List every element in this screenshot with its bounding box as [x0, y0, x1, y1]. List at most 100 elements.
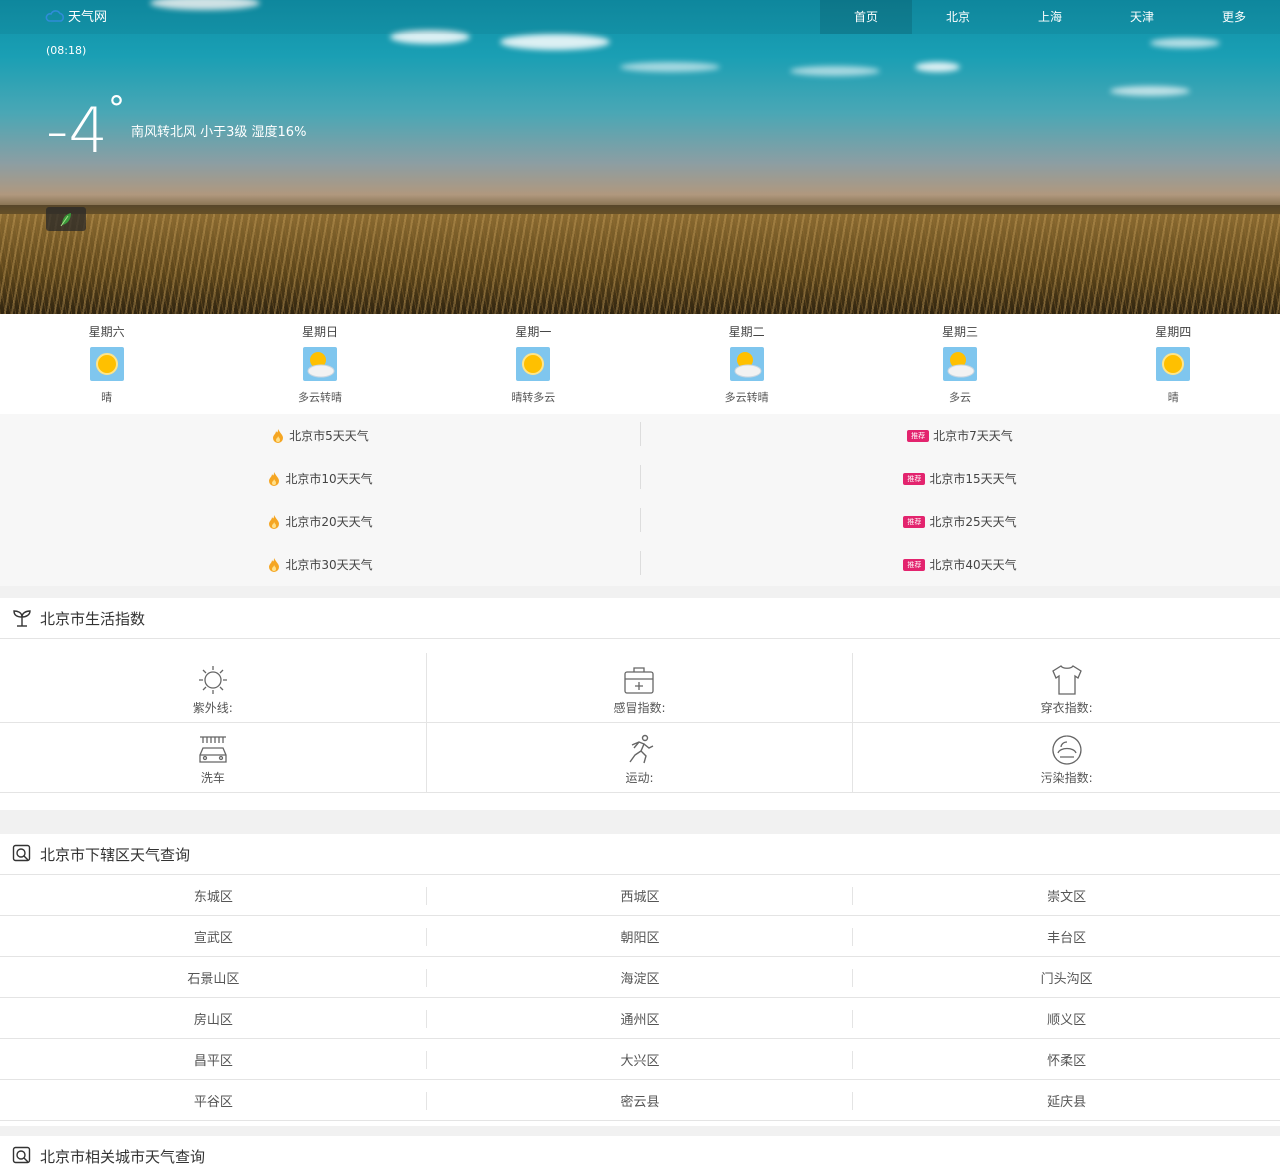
- district-link[interactable]: 朝阳区: [426, 916, 854, 957]
- index-cold[interactable]: 感冒指数:: [426, 653, 854, 723]
- forecast-day[interactable]: 星期一 晴转多云: [427, 314, 640, 414]
- nav-tianjin[interactable]: 天津: [1096, 0, 1188, 34]
- day-description: 多云转晴: [724, 391, 769, 404]
- partly-cloudy-icon: [729, 347, 764, 381]
- sun-icon: [1156, 347, 1191, 381]
- partly-cloudy-icon: [942, 347, 977, 381]
- section-title: 北京市生活指数: [40, 609, 146, 628]
- leaf-icon: [60, 213, 71, 227]
- index-sport[interactable]: 运动:: [426, 723, 854, 793]
- district-link[interactable]: 平谷区: [0, 1080, 427, 1121]
- district-link[interactable]: 大兴区: [426, 1039, 854, 1080]
- forecast-links: 北京市5天天气 北京市10天天气 北京市20天天气 北京市30天天气 推荐 北京…: [0, 414, 1280, 586]
- link-10-day[interactable]: 北京市10天天气: [0, 457, 640, 500]
- day-description: 晴: [101, 391, 113, 404]
- district-link[interactable]: 门头沟区: [853, 957, 1280, 998]
- links-left-column: 北京市5天天气 北京市10天天气 北京市20天天气 北京市30天天气: [0, 414, 640, 586]
- medical-kit-icon: [624, 667, 655, 694]
- district-link[interactable]: 石景山区: [0, 957, 427, 998]
- forecast-day[interactable]: 星期日 多云转晴: [213, 314, 426, 414]
- district-link[interactable]: 丰台区: [853, 916, 1280, 957]
- index-clothing[interactable]: 穿衣指数:: [853, 653, 1280, 723]
- nav-more[interactable]: 更多: [1188, 0, 1280, 34]
- links-divider: [640, 422, 641, 578]
- day-name: 星期四: [1155, 325, 1192, 339]
- index-label: 运动:: [625, 771, 654, 785]
- flame-icon: [269, 471, 280, 486]
- link-15-day[interactable]: 推荐 北京市15天天气: [640, 457, 1280, 500]
- link-30-day[interactable]: 北京市30天天气: [0, 543, 640, 586]
- sun-icon: [89, 347, 124, 381]
- districts-grid: 东城区 西城区 崇文区 宣武区 朝阳区 丰台区 石景山区 海淀区 门头沟区 房山…: [0, 875, 1280, 1121]
- district-link[interactable]: 东城区: [0, 875, 427, 916]
- district-link[interactable]: 宣武区: [0, 916, 427, 957]
- forecast-day[interactable]: 星期二 多云转晴: [640, 314, 853, 414]
- day-name: 星期一: [515, 325, 552, 339]
- nav-shanghai[interactable]: 上海: [1004, 0, 1096, 34]
- nav-home[interactable]: 首页: [820, 0, 912, 34]
- top-bar: 天气网 首页 北京 上海 天津 更多: [0, 0, 1280, 34]
- index-pollution[interactable]: 污染指数:: [853, 723, 1280, 793]
- runner-icon: [629, 734, 654, 764]
- main-nav: 首页 北京 上海 天津 更多: [820, 0, 1280, 34]
- sprout-icon: [13, 610, 31, 627]
- link-5-day[interactable]: 北京市5天天气: [0, 414, 640, 457]
- degree-symbol: °: [108, 89, 125, 129]
- search-icon: [12, 844, 31, 862]
- index-car-wash[interactable]: 洗车: [0, 723, 427, 793]
- air-quality-button[interactable]: [46, 207, 86, 231]
- link-text: 北京市5天天气: [289, 429, 369, 443]
- district-link[interactable]: 海淀区: [426, 957, 854, 998]
- logo-text: 天气网: [68, 10, 108, 25]
- link-25-day[interactable]: 推荐 北京市25天天气: [640, 500, 1280, 543]
- index-label: 洗车: [200, 771, 225, 785]
- section-header: 北京市生活指数: [0, 598, 1280, 639]
- day-name: 星期六: [88, 325, 125, 339]
- district-link[interactable]: 崇文区: [853, 875, 1280, 916]
- section-header: 北京市相关城市天气查询: [0, 1136, 1280, 1167]
- section-title: 北京市相关城市天气查询: [40, 1147, 206, 1166]
- forecast-day[interactable]: 星期四 晴: [1067, 314, 1280, 414]
- district-link[interactable]: 密云县: [426, 1080, 854, 1121]
- district-link[interactable]: 昌平区: [0, 1039, 427, 1080]
- recommend-badge: 推荐: [903, 472, 926, 485]
- index-label: 紫外线:: [192, 701, 233, 715]
- sun-outline-icon: [198, 666, 227, 694]
- index-label: 穿衣指数:: [1040, 701, 1093, 715]
- current-condition: 南风转北风 小于3级 湿度16%: [131, 125, 307, 140]
- district-link[interactable]: 房山区: [0, 998, 427, 1039]
- nav-beijing[interactable]: 北京: [912, 0, 1004, 34]
- forecast-day[interactable]: 星期三 多云: [853, 314, 1066, 414]
- district-link[interactable]: 顺义区: [853, 998, 1280, 1039]
- links-right-column: 推荐 北京市7天天气 推荐 北京市15天天气 推荐 北京市25天天气 推荐 北京…: [640, 414, 1280, 586]
- day-name: 星期日: [301, 325, 338, 339]
- district-link[interactable]: 延庆县: [853, 1080, 1280, 1121]
- index-uv[interactable]: 紫外线:: [0, 653, 427, 723]
- day-description: 晴: [1167, 391, 1179, 404]
- index-label: 感冒指数:: [613, 701, 666, 715]
- day-description: 晴转多云: [511, 391, 556, 404]
- site-logo[interactable]: 天气网: [44, 6, 107, 25]
- link-20-day[interactable]: 北京市20天天气: [0, 500, 640, 543]
- district-link[interactable]: 怀柔区: [853, 1039, 1280, 1080]
- day-name: 星期三: [941, 325, 978, 339]
- district-link[interactable]: 通州区: [426, 998, 854, 1039]
- life-index-grid: 紫外线: 感冒指数: 穿衣指数: 洗车 运动: 污染指数:: [0, 639, 1280, 793]
- day-description: 多云转晴: [297, 391, 342, 404]
- link-text: 北京市40天天气: [929, 558, 1017, 572]
- current-temperature: -4: [46, 94, 108, 167]
- section-header: 北京市下辖区天气查询: [0, 834, 1280, 875]
- link-7-day[interactable]: 推荐 北京市7天天气: [640, 414, 1280, 457]
- forecast-day[interactable]: 星期六 晴: [0, 314, 213, 414]
- day-description: 多云: [948, 391, 971, 404]
- hero-banner: 天气网 首页 北京 上海 天津 更多 (08:18) -4 ° 南风转北风 小于…: [0, 0, 1280, 314]
- forecast-strip: 星期六 晴 星期日 多云转晴 星期一 晴转多云 星期二 多云转晴 星期三 多云 …: [0, 314, 1280, 414]
- link-text: 北京市10天天气: [285, 472, 373, 486]
- link-text: 北京市30天天气: [285, 558, 373, 572]
- districts-panel: 北京市下辖区天气查询 东城区 西城区 崇文区 宣武区 朝阳区 丰台区 石景山区 …: [0, 834, 1280, 1126]
- car-wash-icon: [199, 736, 227, 763]
- district-link[interactable]: 西城区: [426, 875, 854, 916]
- life-index-panel: 北京市生活指数 紫外线: 感冒指数: 穿衣指数: 洗车 运动: 污染指数:: [0, 598, 1280, 810]
- flame-icon: [269, 557, 280, 572]
- link-40-day[interactable]: 推荐 北京市40天天气: [640, 543, 1280, 586]
